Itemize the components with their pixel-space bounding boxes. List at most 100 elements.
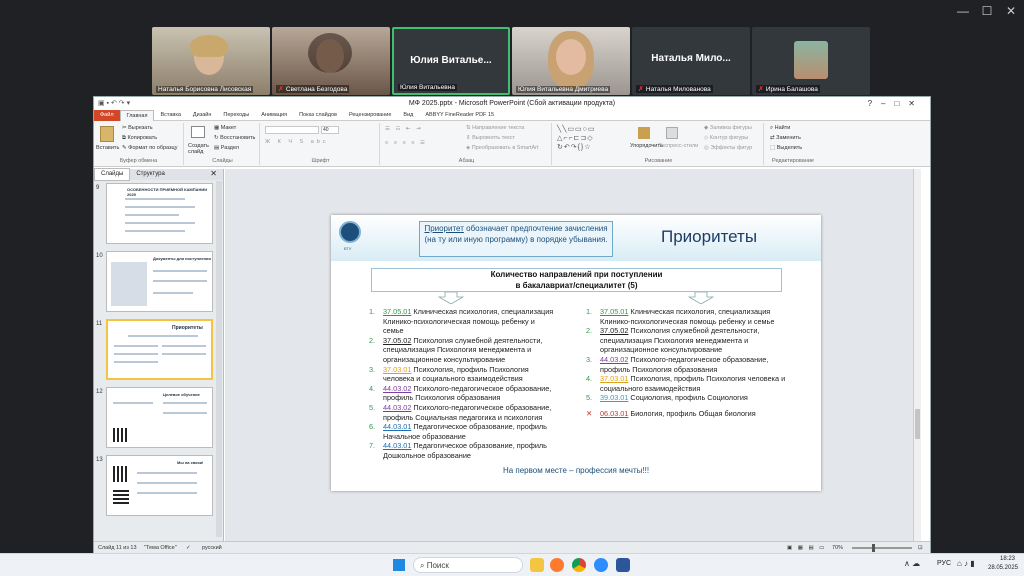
program-code: 06.03.01 (600, 408, 629, 418)
clock-time[interactable]: 18:23 (1000, 556, 1015, 562)
group-label: Слайды (212, 158, 233, 164)
zoom-slider[interactable] (852, 547, 912, 549)
replace-button[interactable]: ⇄ Заменить (770, 135, 801, 141)
quick-styles-icon[interactable] (666, 127, 678, 139)
paste-button[interactable]: Вставить (96, 145, 119, 151)
font-name-select[interactable] (265, 126, 319, 134)
thumb-line (162, 353, 206, 355)
program-code: 44.03.01 (383, 441, 412, 451)
arrange-icon[interactable] (638, 127, 650, 139)
smartart-button[interactable]: ◈ Преобразовать в SmartArt (466, 145, 538, 151)
slide-thumbnail[interactable]: Целевое обучение (106, 387, 213, 448)
font-format-buttons[interactable]: Ж К Ч S abc (265, 139, 329, 145)
new-slide-icon[interactable] (191, 126, 205, 138)
firefox-icon[interactable] (550, 558, 564, 572)
shapes-gallery[interactable]: ╲╲▭▭○▭ △⌐⌐⊏⊐◇ ↻↶↷{}☆ (557, 125, 627, 155)
tab-home[interactable]: Главная (119, 109, 155, 121)
program-item: 3. 37.03.01 Психология, профиль Психологи… (369, 365, 557, 384)
tab-design[interactable]: Дизайн (187, 110, 218, 121)
mic-off-icon: ✗ (758, 86, 764, 93)
participant-name: ✗ Ирина Балашова (756, 85, 820, 93)
list-buttons[interactable]: ☰ ☷ ⇤ ⇥ (385, 126, 423, 132)
keyboard-language[interactable]: РУС (937, 560, 951, 567)
participant-hair (190, 35, 228, 57)
shape-outline-button[interactable]: ◇ Контур фигуры (704, 135, 748, 141)
slide-thumbnail[interactable]: Документы для поступления (106, 251, 213, 312)
item-number: ✕ (586, 408, 593, 418)
item-number: 5. (369, 402, 376, 412)
find-button[interactable]: ⌕ Найти (770, 125, 790, 132)
reset-button[interactable]: ↻ Восстановить (214, 135, 255, 141)
left-program-list: 1. 37.05.01 Клиническая психология, специ… (369, 307, 557, 461)
tab-file[interactable]: Файл (94, 109, 120, 121)
scroll-thumb[interactable] (915, 409, 920, 439)
participant-tile[interactable]: Наталья Мило... ✗ Наталья Милованова (632, 27, 750, 95)
item-number: 4. (369, 383, 376, 393)
zoom-slider-thumb[interactable] (872, 544, 875, 552)
windows-start-icon[interactable] (393, 559, 405, 571)
shape-fill-button[interactable]: ◆ Заливка фигуры (704, 125, 752, 131)
close-panel-icon[interactable]: ✕ (210, 169, 217, 178)
tab-view[interactable]: Вид (397, 110, 419, 121)
item-text: 06.03.01 Биология, профиль Общая биологи… (600, 409, 756, 419)
word-icon[interactable] (616, 558, 630, 572)
slide[interactable]: ЕГУ Приоритет обозначает предпочтение за… (331, 215, 821, 491)
panel-scrollbar[interactable] (216, 181, 222, 537)
chrome-icon[interactable] (572, 558, 586, 572)
thumb-line (137, 472, 197, 474)
tab-outline[interactable]: Структура (130, 169, 170, 180)
paste-icon[interactable] (100, 126, 114, 142)
tab-slides[interactable]: Слайды (94, 168, 131, 181)
participant-tile[interactable]: Юлия Витальевна Дмитриева (512, 27, 630, 95)
cut-button[interactable]: ✂ Вырезать (122, 125, 153, 131)
ppt-window-controls[interactable]: ?–□✕ (868, 97, 924, 110)
qr-code-icon (113, 466, 129, 482)
participant-tile[interactable]: Юлия Виталье... Юлия Витальевна (392, 27, 510, 95)
participant-tile[interactable]: ✗ Ирина Балашова (752, 27, 870, 95)
network-sound-icons[interactable]: ⌂ ♪ ▮ (957, 559, 975, 568)
item-text: 44.03.01 Педагогическое образование, про… (383, 441, 557, 460)
tab-slideshow[interactable]: Показ слайдов (293, 110, 343, 121)
slide-thumbnail[interactable]: Мы на связи! (106, 455, 213, 516)
zoom-app-icon[interactable] (594, 558, 608, 572)
text-direction-button[interactable]: ⇅ Направление текста (466, 125, 524, 131)
maximize-button[interactable]: ☐ (978, 4, 996, 18)
thumb-line (125, 230, 185, 232)
group-editing: ⌕ Найти ⇄ Заменить ⬚ Выделить Редактиров… (766, 123, 820, 165)
quick-styles-button[interactable]: Экспресс-стили (658, 143, 698, 149)
tab-animation[interactable]: Анимация (255, 110, 293, 121)
participant-tile[interactable]: Наталья Борисовна Лисовская (152, 27, 270, 95)
minimize-button[interactable]: — (954, 4, 972, 18)
tray-icons[interactable]: ∧ ☁ (904, 559, 920, 568)
font-size-select[interactable]: 40 (321, 126, 339, 134)
select-button[interactable]: ⬚ Выделить (770, 145, 802, 151)
format-painter-button[interactable]: ✎ Формат по образцу (122, 145, 177, 151)
group-paragraph: ☰ ☷ ⇤ ⇥ ≡ ≡ ≡ ≡ ☰ ⇅ Направление текста ⇕… (382, 123, 552, 165)
align-buttons[interactable]: ≡ ≡ ≡ ≡ ☰ (385, 140, 427, 146)
shape-effects-button[interactable]: ◎ Эффекты фигур (704, 145, 752, 151)
program-item: 1. 37.05.01 Клиническая психология, специ… (369, 307, 557, 336)
file-explorer-icon[interactable] (530, 558, 544, 572)
item-number: 1. (586, 307, 593, 316)
qr-code-icon (113, 428, 127, 442)
tab-review[interactable]: Рецензирование (343, 110, 397, 121)
new-slide-button[interactable]: Создать слайд (188, 143, 210, 155)
layout-button[interactable]: ▦ Макет (214, 125, 236, 131)
tab-abbyy[interactable]: ABBYY FineReader PDF 15 (419, 110, 500, 121)
search-box[interactable]: ⌕ Поиск (413, 557, 523, 573)
copy-button[interactable]: ⧉ Копировать (122, 135, 157, 142)
tab-insert[interactable]: Вставка (154, 110, 186, 121)
participant-tile[interactable]: ✗ Светлана Безгодова (272, 27, 390, 95)
slide-thumbnail[interactable]: ОСОБЕННОСТИ ПРИЕМНОЙ КАМПАНИИ 2025 (106, 183, 213, 244)
clock-date[interactable]: 28.05.2025 (988, 565, 1018, 571)
item-number: 7. (369, 441, 376, 451)
participant-hair (308, 33, 352, 73)
section-button[interactable]: ▤ Раздел (214, 145, 239, 151)
quick-access-icons[interactable]: ▣ ▪ ↶ ↷ ▾ (98, 97, 130, 110)
slide-thumbnail-selected[interactable]: Приоритеты (106, 319, 213, 380)
tab-transitions[interactable]: Переходы (217, 110, 255, 121)
close-button[interactable]: ✕ (1002, 4, 1020, 18)
align-text-button[interactable]: ⇕ Выровнять текст (466, 135, 515, 141)
canvas-scrollbar[interactable] (913, 169, 921, 541)
item-number: 2. (586, 326, 593, 336)
